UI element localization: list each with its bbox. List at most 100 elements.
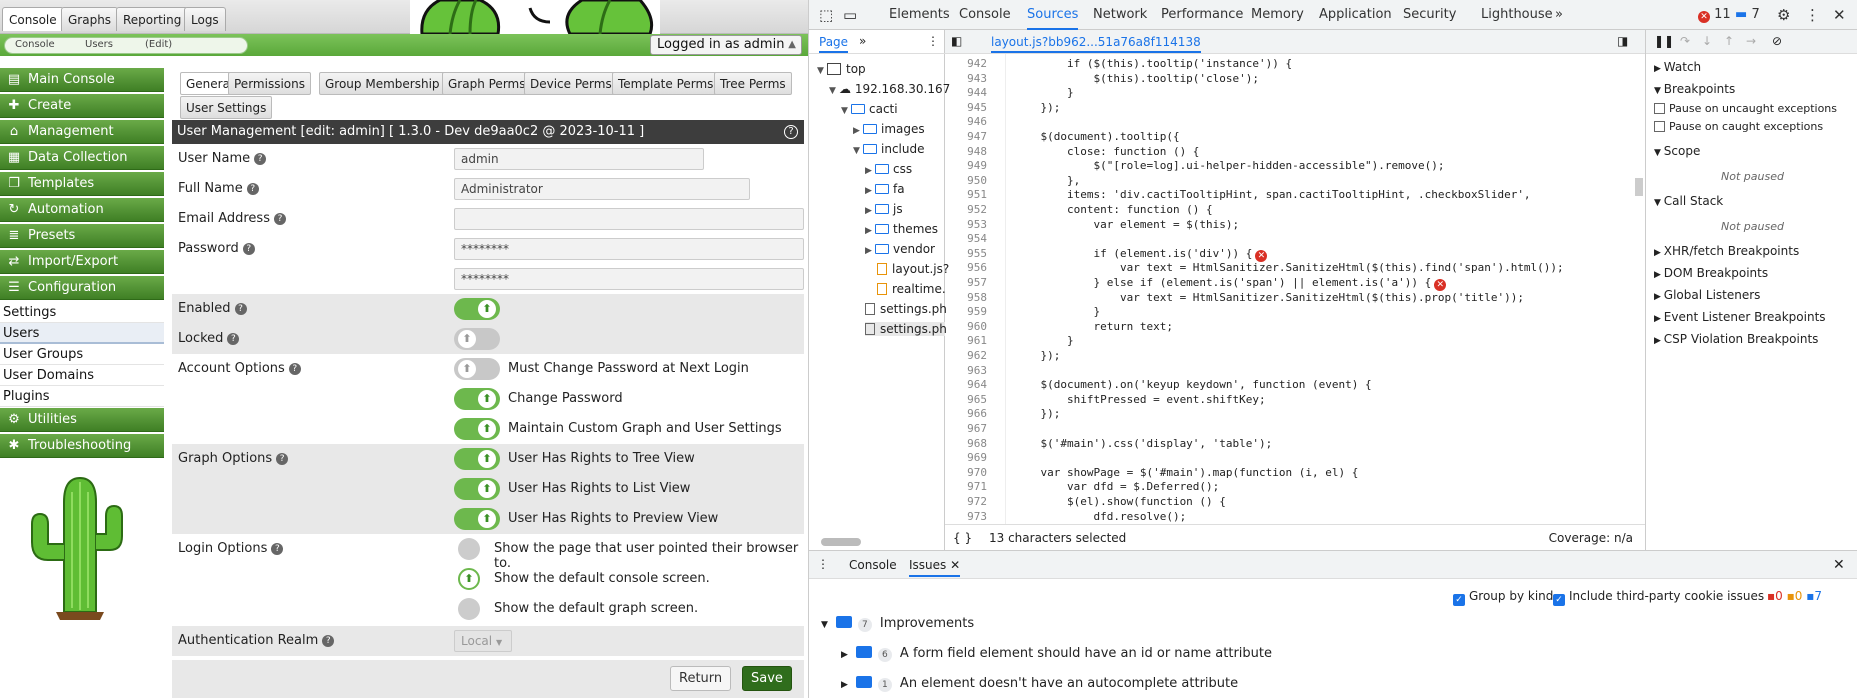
- question-icon[interactable]: ?: [242, 243, 255, 255]
- line-number[interactable]: 947: [967, 129, 987, 144]
- line-number[interactable]: 969: [967, 450, 987, 465]
- tab-console[interactable]: Console: [2, 7, 64, 31]
- breakpoints-section[interactable]: ▼ Breakpoints: [1646, 82, 1857, 96]
- line-number[interactable]: 958: [967, 290, 987, 305]
- tab-reporting[interactable]: Reporting: [116, 7, 189, 31]
- line-number[interactable]: 972: [967, 494, 987, 509]
- line-number[interactable]: 963: [967, 363, 987, 378]
- step-icon[interactable]: →: [1746, 34, 1756, 48]
- more-tabs-icon[interactable]: »: [1555, 0, 1563, 30]
- line-number[interactable]: 944: [967, 85, 987, 100]
- tree-item[interactable]: realtime.: [877, 282, 946, 296]
- device-toggle-icon[interactable]: ▭: [843, 0, 857, 30]
- change-password-toggle[interactable]: ⬆: [454, 388, 500, 410]
- tree-item[interactable]: ▼ cacti: [841, 102, 898, 116]
- line-number[interactable]: 943: [967, 71, 987, 86]
- tab-graphs[interactable]: Graphs: [61, 7, 119, 31]
- tab-elements[interactable]: Elements: [889, 0, 950, 30]
- close-tab-icon[interactable]: ✕: [950, 558, 960, 572]
- line-number[interactable]: 955: [967, 246, 987, 261]
- tab-application[interactable]: Application: [1319, 0, 1392, 30]
- tab-memory[interactable]: Memory: [1251, 0, 1304, 30]
- question-icon[interactable]: ?: [288, 363, 301, 375]
- auth-realm-select[interactable]: Local ▼: [454, 630, 512, 652]
- line-number[interactable]: 965: [967, 392, 987, 407]
- tab-group-membership[interactable]: Group Membership: [319, 72, 446, 95]
- error-count-badge[interactable]: ✕ 11: [1695, 0, 1731, 30]
- line-number[interactable]: 952: [967, 202, 987, 217]
- menu-troubleshooting[interactable]: ✱ Troubleshooting: [0, 434, 164, 458]
- question-icon[interactable]: ?: [276, 453, 289, 465]
- tree-item[interactable]: settings.ph: [865, 322, 947, 336]
- password-confirm-input[interactable]: ********: [454, 268, 804, 290]
- tree-item[interactable]: ▶ vendor: [865, 242, 935, 256]
- line-number[interactable]: 945: [967, 100, 987, 115]
- line-number[interactable]: 966: [967, 406, 987, 421]
- line-number[interactable]: 967: [967, 421, 987, 436]
- breadcrumb-console[interactable]: Console: [15, 39, 55, 50]
- tab-template-perms[interactable]: Template Perms: [612, 72, 720, 95]
- line-number[interactable]: 971: [967, 479, 987, 494]
- issue-row[interactable]: ▶ 1 An element doesn't have an autocomplet…: [809, 669, 1857, 698]
- line-number[interactable]: 960: [967, 319, 987, 334]
- toggle-debugger-icon[interactable]: ◨: [1617, 34, 1628, 48]
- more-icon[interactable]: »: [859, 34, 866, 48]
- message-count-badge[interactable]: ▬ 7: [1735, 0, 1760, 30]
- tree-item[interactable]: ▼ include: [853, 142, 924, 156]
- breadcrumb-users[interactable]: Users: [85, 39, 113, 50]
- line-number[interactable]: 968: [967, 436, 987, 451]
- deactivate-breakpoints-icon[interactable]: ⊘: [1772, 34, 1782, 48]
- line-number[interactable]: 959: [967, 304, 987, 319]
- sidebar-item-plugins[interactable]: Plugins: [0, 386, 164, 407]
- menu-main-console[interactable]: ▤ Main Console: [0, 68, 164, 92]
- preview-view-toggle[interactable]: ⬆: [454, 508, 500, 530]
- question-icon[interactable]: ?: [271, 543, 284, 555]
- tab-graph-perms[interactable]: Graph Perms: [442, 72, 532, 95]
- file-tab[interactable]: layout.js?bb962...51a76a8f114138: [991, 35, 1201, 53]
- tab-tree-perms[interactable]: Tree Perms: [714, 72, 792, 95]
- global-listeners-section[interactable]: ▶ Global Listeners: [1646, 288, 1857, 302]
- tab-permissions[interactable]: Permissions: [228, 72, 311, 95]
- pause-uncaught-checkbox[interactable]: Pause on uncaught exceptions: [1646, 102, 1857, 115]
- issue-category-improvements[interactable]: ▼ 7 Improvements: [809, 609, 1857, 639]
- line-number[interactable]: 951: [967, 187, 987, 202]
- call-stack-section[interactable]: ▼ Call Stack: [1646, 194, 1857, 208]
- question-icon[interactable]: ?: [234, 303, 247, 315]
- login-option-radio[interactable]: [458, 598, 480, 620]
- close-drawer-icon[interactable]: ✕: [1833, 557, 1845, 573]
- question-icon[interactable]: ?: [322, 635, 335, 647]
- pause-icon[interactable]: ❚❚: [1654, 34, 1674, 48]
- help-icon[interactable]: ?: [784, 125, 798, 139]
- tree-item[interactable]: ▶ fa: [865, 182, 905, 196]
- braces-icon[interactable]: { }: [953, 525, 972, 551]
- csp-violation-breakpoints-section[interactable]: ▶ CSP Violation Breakpoints: [1646, 332, 1857, 346]
- tab-lighthouse[interactable]: Lighthouse: [1481, 0, 1553, 30]
- tree-item[interactable]: settings.ph: [865, 302, 947, 316]
- tab-page[interactable]: Page: [819, 35, 849, 53]
- menu-presets[interactable]: ≣ Presets: [0, 224, 164, 248]
- vertical-scrollbar[interactable]: [1635, 178, 1643, 196]
- tab-sources[interactable]: Sources: [1027, 0, 1079, 30]
- tab-network[interactable]: Network: [1093, 0, 1147, 30]
- menu-management[interactable]: ⌂ Management: [0, 120, 164, 144]
- dom-breakpoints-section[interactable]: ▶ DOM Breakpoints: [1646, 266, 1857, 280]
- tab-console-dt[interactable]: Console: [959, 0, 1011, 30]
- line-number[interactable]: 949: [967, 158, 987, 173]
- maintain-settings-toggle[interactable]: ⬆: [454, 418, 500, 440]
- sidebar-item-users[interactable]: Users: [0, 323, 164, 344]
- return-button[interactable]: Return: [670, 666, 732, 691]
- question-icon[interactable]: ?: [273, 213, 286, 225]
- line-number[interactable]: 962: [967, 348, 987, 363]
- line-number[interactable]: 946: [967, 114, 987, 129]
- watch-section[interactable]: ▶ Watch: [1646, 60, 1857, 74]
- step-out-icon[interactable]: ↑: [1724, 34, 1734, 48]
- pause-caught-checkbox[interactable]: Pause on caught exceptions: [1646, 120, 1857, 133]
- sidebar-item-user-domains[interactable]: User Domains: [0, 365, 164, 386]
- menu-utilities[interactable]: ⚙ Utilities: [0, 408, 164, 432]
- must-change-password-toggle[interactable]: ⬆: [454, 358, 500, 380]
- inspect-icon[interactable]: ⬚: [819, 0, 833, 30]
- tree-item[interactable]: ▶ themes: [865, 222, 938, 236]
- tree-item[interactable]: ▼ top: [817, 62, 866, 76]
- email-input[interactable]: [454, 208, 804, 230]
- menu-automation[interactable]: ↻ Automation: [0, 198, 164, 222]
